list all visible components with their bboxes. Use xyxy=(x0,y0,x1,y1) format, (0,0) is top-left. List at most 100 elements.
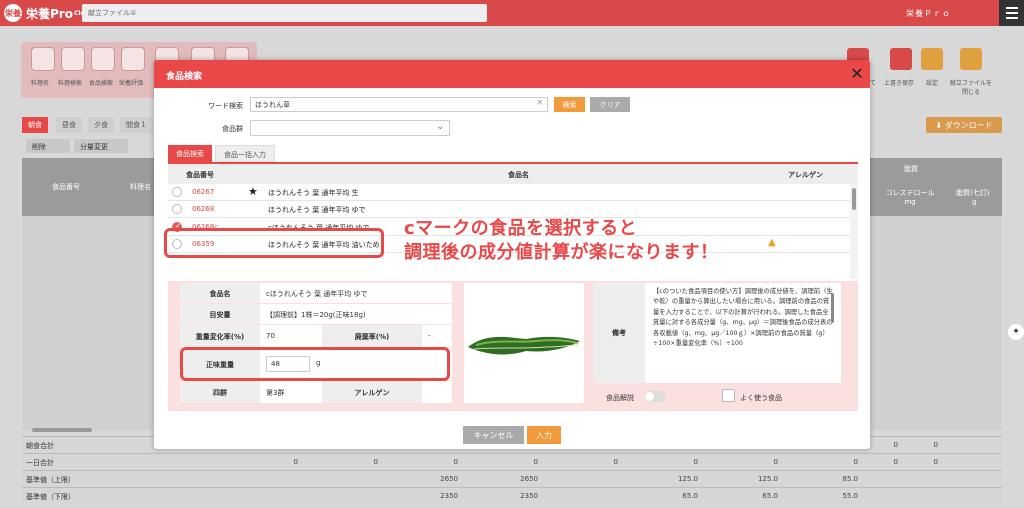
basket-search-icon[interactable] xyxy=(61,47,85,71)
food-name: ほうれんそう 葉 通年平均 生 xyxy=(268,189,359,197)
toolbar-label: 食品検索 xyxy=(89,80,114,87)
toolbar-right-label: て xyxy=(870,80,877,87)
row-radio[interactable] xyxy=(172,187,182,197)
toolbar-right-label: 設定 xyxy=(926,80,939,87)
summary-label: 基準値（上限） xyxy=(26,476,75,484)
summary-value: 0 xyxy=(933,458,938,466)
summary-value: 55.0 xyxy=(842,492,858,500)
tab-lunch[interactable]: 昼食 xyxy=(56,117,82,133)
close-file-icon[interactable] xyxy=(960,48,982,70)
summary-label: 朝食合計 xyxy=(26,442,54,450)
toolbar-right-label: 献立ファイルを閉じる xyxy=(949,80,992,96)
tab-dinner[interactable]: 夕食 xyxy=(88,117,114,133)
summary-value: 0 xyxy=(293,458,298,466)
summary-value: 2650 xyxy=(440,475,458,483)
star-icon[interactable]: ★ xyxy=(248,185,258,198)
food-row[interactable]: 06267 ★ ほうれんそう 葉 通年平均 生 xyxy=(168,184,850,201)
cancel-button[interactable]: キャンセル xyxy=(463,426,524,444)
header-allergen: アレルゲン xyxy=(788,171,823,179)
summary-value: 85.0 xyxy=(842,475,858,483)
enter-button[interactable]: 入力 xyxy=(527,426,561,444)
save-icon[interactable] xyxy=(890,48,912,70)
clear-input-icon[interactable]: × xyxy=(536,98,544,108)
summary-value: 2350 xyxy=(520,492,538,500)
summary-row: 一日合計 0 0 0 0 0 0 0 0 0 0 xyxy=(22,453,1002,470)
app-title: 栄養Ｐｒｏ xyxy=(906,9,951,18)
horizontal-scrollbar[interactable] xyxy=(32,428,92,432)
summary-value: 2350 xyxy=(440,492,458,500)
weight-change-label: 重量変化率(%) xyxy=(180,325,260,347)
logo-text: 栄養Pro xyxy=(26,6,73,21)
sparkle-icon[interactable]: ✦ xyxy=(1008,324,1024,340)
summary-value: 125.0 xyxy=(757,475,778,483)
guide-value: 【調理前】1株＝20g(正味18g) xyxy=(260,304,452,324)
change-amount-button[interactable]: 分量変更 xyxy=(74,139,128,153)
summary-value: 0 xyxy=(693,458,698,466)
note-scrollbar[interactable] xyxy=(831,293,834,323)
summary-value: 0 xyxy=(453,458,458,466)
download-button[interactable]: ⬇ ダウンロード xyxy=(926,117,1002,133)
allergen-label: アレルゲン xyxy=(322,381,422,403)
grid-header-unit: g xyxy=(972,198,977,206)
summary-value: 2650 xyxy=(520,475,538,483)
summary-value: 0 xyxy=(773,458,778,466)
logo-badge: 栄養 xyxy=(4,4,22,22)
summary-label: 基準値（下限） xyxy=(26,493,75,501)
summary-value: 65.0 xyxy=(762,492,778,500)
food-name-label: 食品名 xyxy=(180,283,260,303)
food-search-icon[interactable] xyxy=(91,47,115,71)
tab-snack[interactable]: 間食１ xyxy=(120,117,153,133)
toolbar-right-label: 上書き保存 xyxy=(884,80,915,87)
close-icon[interactable]: ✕ xyxy=(848,65,866,83)
summary-value: 125.0 xyxy=(677,475,698,483)
food-name-value: cほうれんそう 葉 通年平均 ゆで xyxy=(260,283,452,303)
favorite-checkbox[interactable] xyxy=(722,389,735,402)
word-search-label: ワード検索 xyxy=(208,102,243,110)
menu-icon[interactable] xyxy=(999,0,1024,26)
food-detail-panel: 食品名 cほうれんそう 葉 通年平均 ゆで 目安量 【調理前】1株＝20g(正味… xyxy=(168,281,858,411)
bowl-icon[interactable] xyxy=(31,47,55,71)
annotation-line-1: cマークの食品を選択すると xyxy=(404,218,638,239)
triangle-icon[interactable] xyxy=(121,47,145,71)
food-list-header: 食品番号 食品名 アレルゲン xyxy=(168,164,858,184)
summary-value: 0 xyxy=(613,458,618,466)
row-radio[interactable] xyxy=(172,204,182,214)
word-search-input[interactable]: ほうれん草 xyxy=(250,97,548,112)
list-scrollbar[interactable] xyxy=(850,184,858,279)
summary-row: 基準値（下限） 2350 2350 65.0 65.0 55.0 xyxy=(22,487,1002,504)
guide-label: 目安量 xyxy=(180,304,260,324)
note-text: 【cのついた食品項目の使い方】調理後の成分値を、調理前（生や乾）の重量から算出し… xyxy=(645,283,841,383)
waste-value: - xyxy=(422,325,452,347)
grid-header-lipid: 脂質 xyxy=(904,165,918,173)
chevron-down-icon: ⌄ xyxy=(436,122,444,132)
favorite-label: よく使う食品 xyxy=(740,394,782,402)
summary-value: 0 xyxy=(533,458,538,466)
tab-bulk-input[interactable]: 食品一括入力 xyxy=(215,145,275,162)
clear-button[interactable]: クリア xyxy=(590,97,630,112)
tab-breakfast[interactable]: 朝食 xyxy=(22,117,48,133)
waste-label: 廃棄率(%) xyxy=(322,325,422,347)
delete-button[interactable]: 削除 xyxy=(26,139,70,153)
search-button[interactable]: 検索 xyxy=(554,97,585,112)
summary-value: 0 xyxy=(933,441,938,449)
highlight-net-weight xyxy=(180,347,450,381)
food-group-label: 食品群 xyxy=(222,125,243,133)
food-name: ほうれんそう 葉 通年平均 ゆで xyxy=(268,206,366,214)
dialog-title: 食品検索 xyxy=(154,60,870,88)
food-code: 06268 xyxy=(192,205,215,213)
summary-row: 基準値（上限） 2650 2650 125.0 125.0 85.0 xyxy=(22,470,1002,487)
food-explain-toggle[interactable] xyxy=(644,391,666,402)
toolbar-label: 料理名 xyxy=(31,80,50,87)
summary-value: 65.0 xyxy=(682,492,698,500)
tab-food-search[interactable]: 食品検索 xyxy=(168,145,212,162)
food-group-select[interactable]: ⌄ xyxy=(250,120,450,136)
settings-icon[interactable] xyxy=(921,48,943,70)
weight-change-value: 70 xyxy=(260,325,322,347)
summary-value: 0 xyxy=(373,458,378,466)
highlight-selected-row xyxy=(164,228,384,258)
allergen-value xyxy=(422,381,452,403)
warning-icon: ▲ xyxy=(768,237,776,248)
toolbar-label: 料理検索 xyxy=(58,80,83,87)
header-code: 食品番号 xyxy=(186,171,214,179)
file-name-field[interactable]: 献立ファイル① xyxy=(82,4,487,22)
